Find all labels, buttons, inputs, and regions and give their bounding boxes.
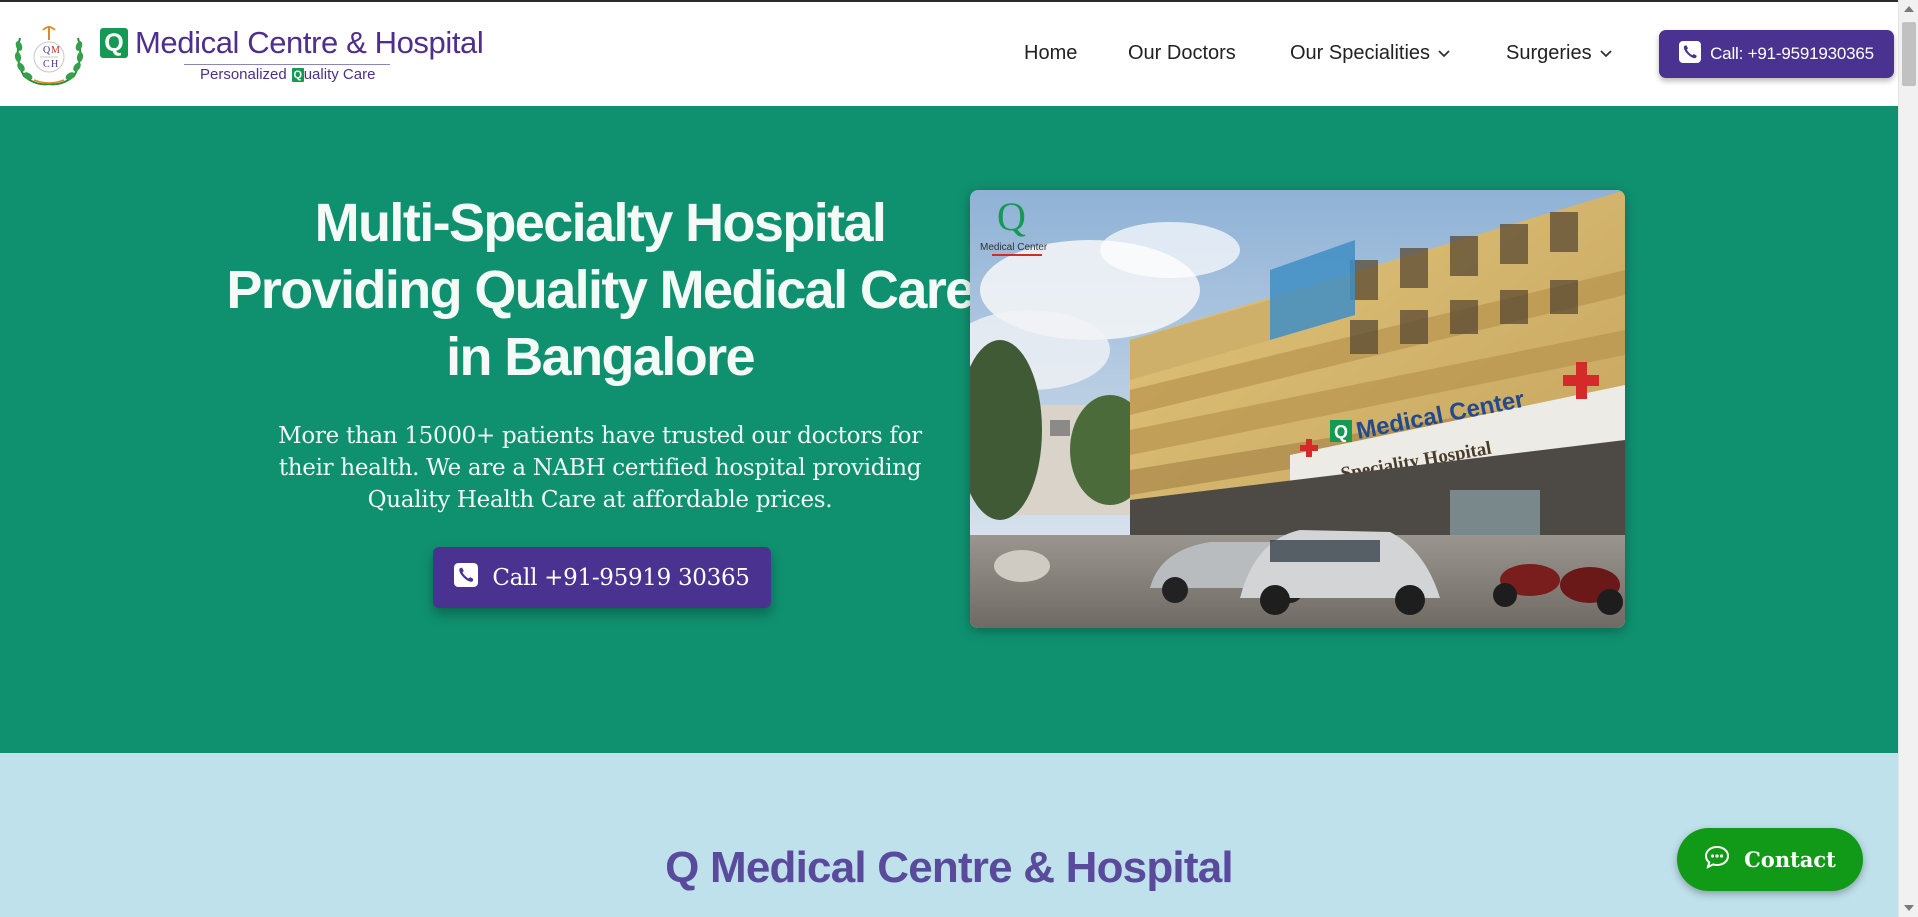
scroll-down-arrow-icon[interactable] — [1904, 905, 1914, 911]
photo-logo-q: Q — [997, 194, 1026, 239]
about-title: Q Medical Centre & Hospital — [665, 843, 1233, 892]
brand-name: Medical Centre & Hospital — [135, 25, 484, 60]
emblem-letter-c: C — [43, 59, 50, 70]
scroll-up-arrow-icon[interactable] — [1904, 6, 1914, 12]
page-scrollbar[interactable] — [1898, 0, 1918, 917]
emblem-letter-m: M — [51, 45, 60, 56]
hero-subtitle: More than 15000+ patients have trusted o… — [278, 423, 922, 513]
header-call-label: Call: +91-9591930365 — [1710, 44, 1874, 63]
nav-home[interactable]: Home — [1024, 42, 1077, 65]
emblem-letter-h: H — [51, 59, 58, 70]
header-call-button[interactable]: Call: +91-9591930365 — [1659, 30, 1894, 78]
hero-call-label: Call +91-95919 30365 — [492, 564, 750, 591]
contact-label: Contact — [1744, 847, 1836, 872]
nav-our-specialities-label: Our Specialities — [1290, 42, 1431, 64]
hero-title: Multi-Specialty Hospital Providing Quali… — [226, 193, 975, 387]
nav-surgeries[interactable]: Surgeries — [1506, 42, 1613, 65]
brand-tagline: Personalized Q uality Care — [200, 66, 375, 83]
tagline-suffix: uality Care — [303, 66, 376, 83]
phone-icon — [1679, 40, 1702, 68]
hospital-building-photo: Q Medical Center Speciality Hospital Q M… — [970, 190, 1625, 628]
chevron-down-icon — [1437, 42, 1451, 65]
contact-button[interactable]: Contact — [1677, 828, 1863, 891]
chat-bubble-icon — [1704, 845, 1730, 874]
hero-call-button[interactable]: Call +91-95919 30365 — [433, 547, 771, 608]
photo-logo-text: Medical Center — [980, 242, 1048, 253]
tagline-q-mark: Q — [291, 67, 304, 82]
brand-divider — [184, 64, 390, 65]
qmch-emblem-icon[interactable]: Q M C H — [10, 20, 88, 88]
tagline-prefix: Personalized — [200, 66, 287, 83]
scrollbar-thumb[interactable] — [1902, 22, 1916, 86]
sign-q-mark: Q — [1334, 422, 1348, 442]
nav-our-doctors-label: Our Doctors — [1128, 42, 1236, 64]
brand-logo[interactable]: Q Medical Centre & Hospital — [100, 24, 484, 65]
nav-our-doctors[interactable]: Our Doctors — [1128, 42, 1236, 65]
chevron-down-icon — [1599, 42, 1613, 65]
brand-q-mark: Q — [100, 28, 128, 58]
nav-home-label: Home — [1024, 42, 1078, 64]
site-header: Q M C H Q Medical Centre & Hospital Pers… — [0, 2, 1898, 106]
nav-surgeries-label: Surgeries — [1506, 42, 1592, 64]
nav-our-specialities[interactable]: Our Specialities — [1290, 42, 1451, 65]
emblem-letter-q: Q — [43, 45, 51, 56]
phone-icon — [454, 562, 479, 593]
